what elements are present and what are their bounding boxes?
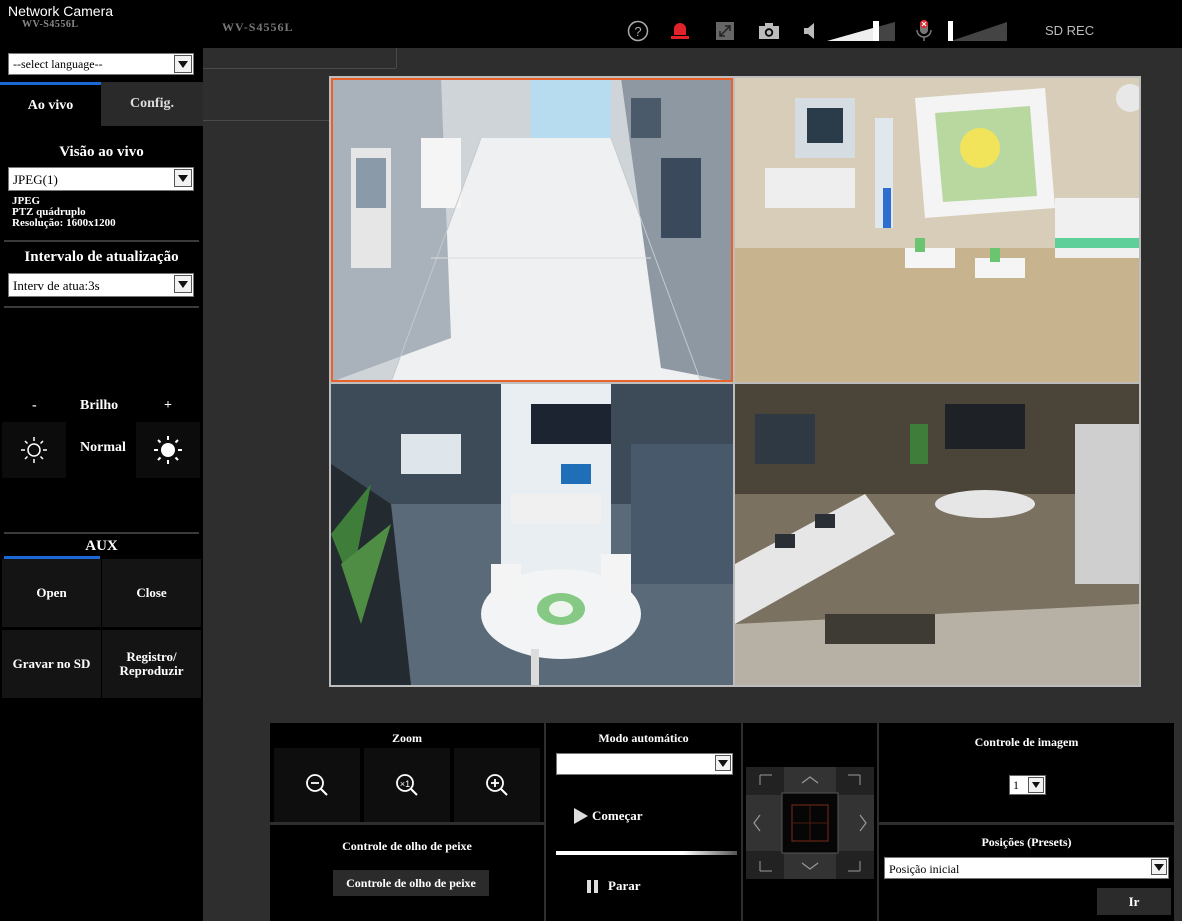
- brightness-label: Brilho: [80, 398, 119, 413]
- stream-select[interactable]: JPEG(1): [8, 167, 194, 191]
- speaker-icon[interactable]: [800, 20, 820, 42]
- zoom-reset-button[interactable]: ×1: [364, 748, 450, 822]
- image-control-panel: Controle de imagem: [879, 723, 1174, 822]
- image-control-title: Controle de imagem: [974, 735, 1079, 749]
- camera-view-2[interactable]: [735, 78, 1139, 382]
- camera-quad-view[interactable]: [329, 76, 1141, 687]
- zoom-1x-icon: ×1: [396, 774, 418, 796]
- camera-view-4[interactable]: [735, 384, 1139, 685]
- divider: [4, 306, 199, 308]
- record-sd-button[interactable]: Gravar no SD: [2, 630, 101, 698]
- refresh-interval-select[interactable]: Interv de atua:3s: [8, 273, 194, 297]
- brightness-down-button[interactable]: [2, 422, 66, 478]
- stop-label: Parar: [608, 878, 641, 893]
- zoom-in-button[interactable]: [454, 748, 540, 822]
- stop-button[interactable]: Parar: [552, 864, 738, 908]
- pause-icon: [587, 880, 598, 893]
- zoom-in-icon: [486, 774, 508, 796]
- alarm-icon[interactable]: [668, 20, 692, 42]
- chevron-down-icon: [715, 755, 731, 771]
- microphone-volume-slider[interactable]: [944, 20, 1010, 42]
- aux-open-label: Open: [36, 585, 67, 600]
- microphone-icon[interactable]: [912, 20, 936, 42]
- fisheye-control-button[interactable]: Controle de olho de peixe: [333, 870, 489, 896]
- brand-title: Network Camera: [8, 3, 114, 19]
- log-playback-button[interactable]: Registro/ Reproduzir: [102, 630, 201, 698]
- help-icon[interactable]: ?: [626, 20, 650, 42]
- svg-text:?: ?: [634, 24, 641, 39]
- chevron-down-icon: [1151, 859, 1167, 875]
- brightness-minus-label: -: [32, 398, 37, 413]
- image-control-value: 1: [1013, 778, 1019, 792]
- fisheye-control-label: Controle de olho de peixe: [346, 875, 476, 890]
- speaker-volume-slider[interactable]: [826, 20, 898, 42]
- aux-open-button[interactable]: Open: [2, 559, 101, 627]
- sidebar: --select language-- Ao vivo Config. Visã…: [0, 48, 203, 921]
- zoom-out-button[interactable]: [274, 748, 360, 822]
- sd-rec-status: SD REC: [1045, 23, 1095, 38]
- divider: [203, 120, 330, 121]
- camera-model: WV-S4556L: [222, 20, 294, 34]
- live-view-title: Visão ao vivo: [59, 144, 144, 160]
- fullscreen-icon[interactable]: [713, 20, 737, 42]
- presets-title: Posições (Presets): [981, 835, 1072, 849]
- preset-select-value: Posição inicial: [889, 862, 960, 876]
- preset-select[interactable]: Posição inicial: [884, 857, 1169, 879]
- ptz-control-pad[interactable]: [746, 767, 874, 879]
- record-sd-label: Gravar no SD: [12, 656, 91, 671]
- tab-live-label: Ao vivo: [27, 97, 74, 113]
- chevron-down-icon: [174, 55, 192, 73]
- divider: [4, 532, 199, 534]
- brightness-plus-label: +: [164, 398, 172, 413]
- auto-mode-title: Modo automático: [598, 731, 689, 745]
- snapshot-icon[interactable]: [756, 20, 782, 42]
- language-select-value: --select language--: [13, 57, 103, 71]
- brightness-high-icon: [154, 436, 182, 464]
- auto-mode-select[interactable]: [556, 753, 733, 775]
- svg-text:×1: ×1: [400, 779, 410, 789]
- fisheye-title: Controle de olho de peixe: [342, 839, 472, 853]
- log-playback-label: Registro/ Reproduzir: [119, 649, 184, 678]
- stream-select-value: JPEG(1): [13, 172, 58, 187]
- camera-view-1[interactable]: [331, 78, 733, 382]
- go-button[interactable]: Ir: [1097, 888, 1171, 915]
- brightness-value: Normal: [80, 440, 126, 455]
- zoom-title: Zoom: [392, 731, 422, 745]
- chevron-down-icon: [174, 169, 192, 187]
- brightness-low-icon: [21, 437, 47, 463]
- aux-close-button[interactable]: Close: [102, 559, 201, 627]
- tab-live[interactable]: Ao vivo: [0, 82, 101, 126]
- top-bar: Network Camera WV-S4556L WV-S4556L ? SD …: [0, 0, 1182, 48]
- divider: [4, 240, 199, 242]
- stream-info: JPEG PTZ quádruplo Resolução: 1600x1200: [12, 196, 116, 229]
- aux-close-label: Close: [136, 585, 167, 600]
- refresh-interval-title: Intervalo de atualização: [24, 249, 179, 265]
- stream-info-resolution: Resolução: 1600x1200: [12, 217, 116, 229]
- tab-config[interactable]: Config.: [101, 82, 203, 126]
- divider: [556, 851, 737, 855]
- chevron-down-icon: [174, 275, 192, 293]
- go-label: Ir: [1128, 893, 1140, 909]
- tab-config-label: Config.: [130, 96, 174, 111]
- divider: [203, 68, 396, 69]
- brightness-header: - Brilho +: [0, 398, 203, 418]
- brand-model: WV-S4556L: [22, 19, 79, 30]
- camera-view-3[interactable]: [331, 384, 733, 685]
- start-label: Começar: [592, 808, 643, 823]
- refresh-interval-value: Interv de atua:3s: [13, 278, 100, 293]
- brightness-up-button[interactable]: [136, 422, 200, 478]
- language-select[interactable]: --select language--: [8, 53, 194, 75]
- start-button[interactable]: Começar: [552, 792, 738, 840]
- zoom-out-icon: [306, 774, 328, 796]
- image-control-select[interactable]: 1: [1009, 775, 1046, 795]
- play-icon: [574, 808, 588, 824]
- chevron-down-icon: [1028, 777, 1044, 793]
- aux-title: AUX: [85, 538, 118, 554]
